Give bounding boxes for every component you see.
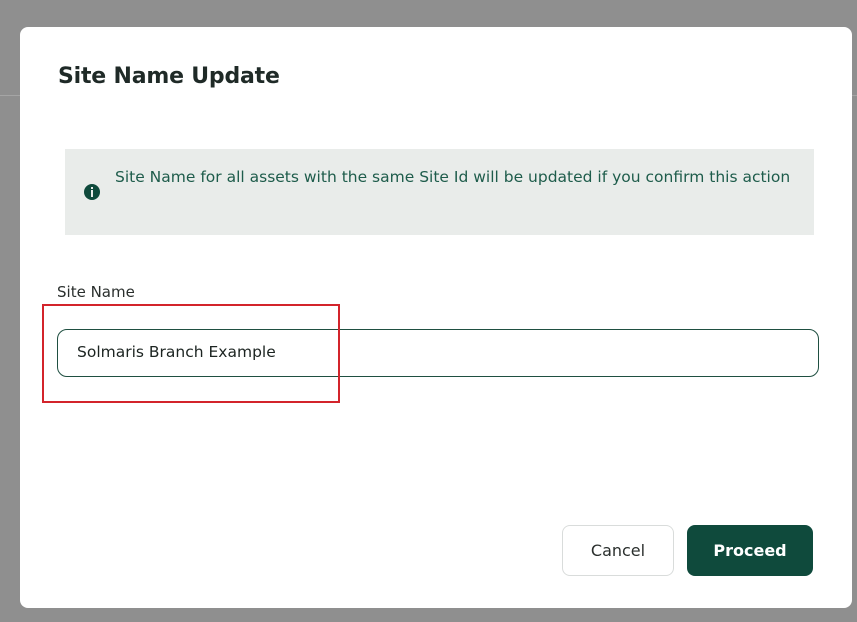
info-alert-message: Site Name for all assets with the same S… (115, 168, 791, 186)
background-divider (0, 95, 20, 96)
dialog-title: Site Name Update (58, 64, 280, 89)
info-alert: Site Name for all assets with the same S… (65, 149, 814, 235)
cancel-button[interactable]: Cancel (562, 525, 674, 576)
info-icon (84, 184, 100, 200)
site-name-update-dialog: Site Name Update Site Name for all asset… (20, 27, 852, 608)
highlight-annotation-box (42, 304, 340, 403)
proceed-button[interactable]: Proceed (687, 525, 813, 576)
background-divider (852, 95, 857, 96)
site-name-label: Site Name (57, 283, 135, 301)
